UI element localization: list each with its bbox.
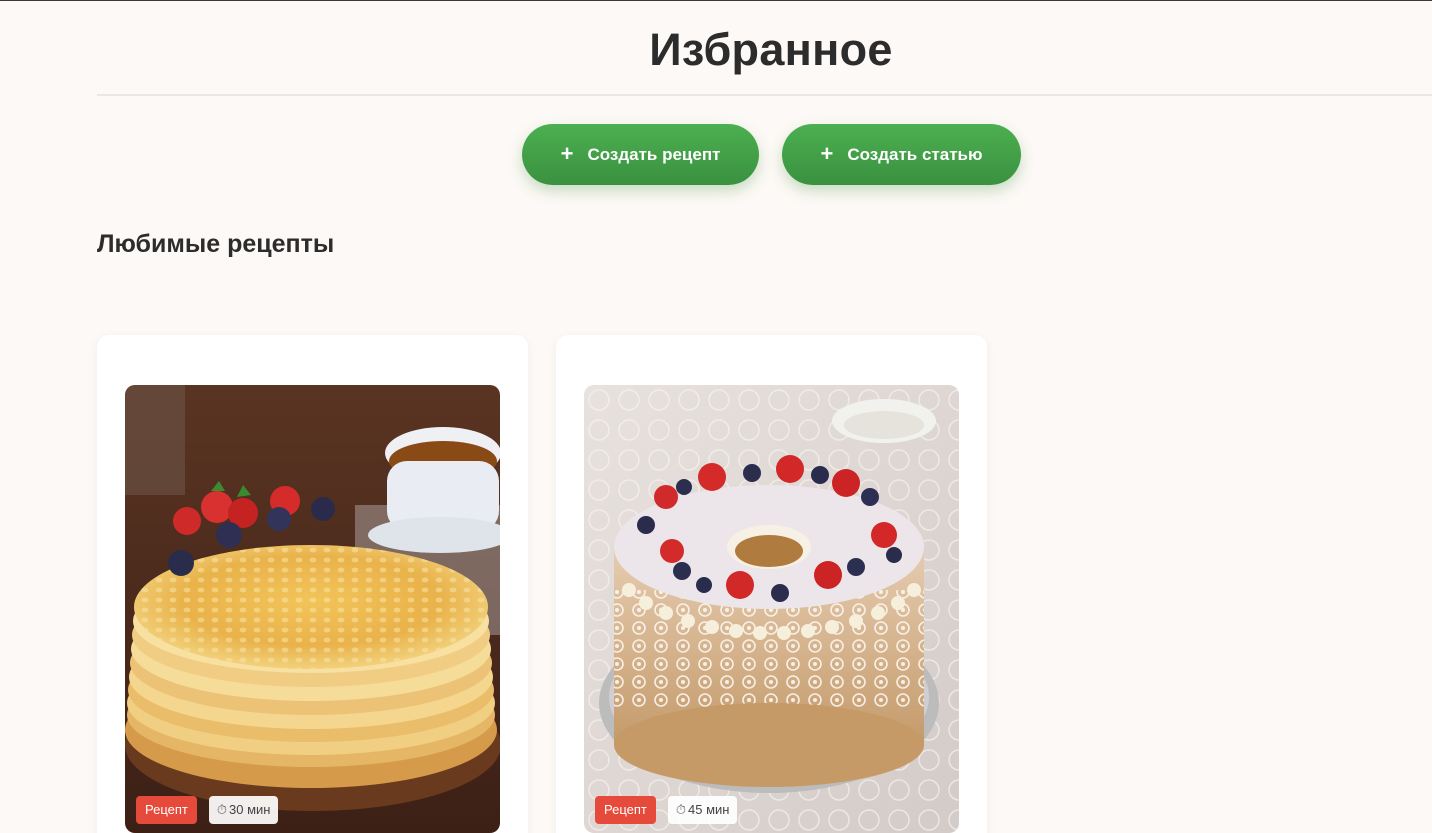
type-badge: Рецепт bbox=[595, 796, 656, 824]
action-buttons: + Создать рецепт + Создать статью bbox=[522, 124, 1021, 185]
page-title: Избранное bbox=[649, 24, 893, 75]
time-badge: ⏱ 45 мин bbox=[667, 796, 738, 824]
stopwatch-icon: ⏱ bbox=[675, 802, 686, 817]
create-article-label: Создать статью bbox=[847, 144, 983, 164]
favorite-recipes-heading: Любимые рецепты bbox=[97, 230, 335, 258]
pancakes-photo[interactable]: Рецепт ⏱ 30 мин bbox=[125, 385, 500, 833]
title-divider bbox=[97, 94, 1432, 96]
card-badges: Рецепт ⏱ 45 мин bbox=[595, 796, 738, 824]
time-badge: ⏱ 30 мин bbox=[208, 796, 279, 824]
plus-icon: + bbox=[820, 140, 834, 166]
card-badges: Рецепт ⏱ 30 мин bbox=[136, 796, 279, 824]
create-recipe-button[interactable]: + Создать рецепт bbox=[522, 124, 759, 185]
cook-time: 30 мин bbox=[229, 802, 271, 817]
favorites-page: Избранное + Создать рецепт + Создать ста… bbox=[0, 0, 1432, 833]
create-recipe-label: Создать рецепт bbox=[587, 144, 721, 164]
recipe-card[interactable]: Рецепт ⏱ 30 мин bbox=[97, 335, 528, 833]
type-badge: Рецепт bbox=[136, 796, 197, 824]
top-border bbox=[0, 0, 1432, 1]
cake-photo[interactable]: Рецепт ⏱ 45 мин bbox=[584, 385, 959, 833]
plus-icon: + bbox=[560, 140, 574, 166]
recipe-card[interactable]: Рецепт ⏱ 45 мин bbox=[556, 335, 987, 833]
create-article-button[interactable]: + Создать статью bbox=[782, 124, 1021, 185]
cook-time: 45 мин bbox=[688, 802, 730, 817]
stopwatch-icon: ⏱ bbox=[216, 802, 227, 817]
